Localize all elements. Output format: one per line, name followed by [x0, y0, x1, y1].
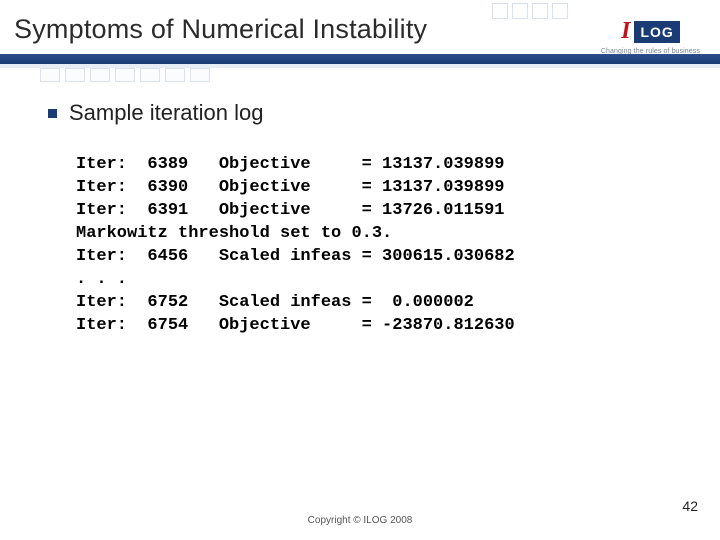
deco-square — [40, 68, 60, 82]
page-number: 42 — [682, 498, 698, 514]
logo: I LOG Changing the rules of business — [601, 18, 700, 55]
deco-square — [532, 3, 548, 19]
log-line: Iter: 6390 Objective = 13137.039899 — [76, 178, 504, 197]
copyright-footer: Copyright © ILOG 2008 — [0, 515, 720, 526]
log-line: Iter: 6456 Scaled infeas = 300615.030682 — [76, 247, 515, 266]
log-line: Iter: 6389 Objective = 13137.039899 — [76, 155, 504, 174]
deco-square — [90, 68, 110, 82]
bullet-text: Sample iteration log — [69, 100, 263, 126]
logo-text: LOG — [634, 21, 679, 43]
square-bullet-icon — [48, 109, 57, 118]
deco-square — [115, 68, 135, 82]
deco-square — [512, 3, 528, 19]
title-bar — [0, 54, 720, 64]
log-line: Markowitz threshold set to 0.3. — [76, 224, 392, 243]
bullet-row: Sample iteration log — [48, 100, 690, 126]
deco-square — [140, 68, 160, 82]
log-line: . . . — [76, 270, 127, 289]
log-line: Iter: 6752 Scaled infeas = 0.000002 — [76, 293, 474, 312]
iteration-log: Iter: 6389 Objective = 13137.039899 Iter… — [76, 154, 690, 338]
deco-square — [190, 68, 210, 82]
log-line: Iter: 6754 Objective = -23870.812630 — [76, 316, 515, 335]
deco-square — [65, 68, 85, 82]
content-area: Sample iteration log Iter: 6389 Objectiv… — [48, 100, 690, 338]
slide-title: Symptoms of Numerical Instability — [14, 14, 427, 45]
deco-square — [552, 3, 568, 19]
logo-i: I — [621, 18, 630, 45]
deco-square — [492, 3, 508, 19]
sub-decoration — [40, 68, 215, 82]
log-line: Iter: 6391 Objective = 13726.011591 — [76, 201, 504, 220]
deco-square — [165, 68, 185, 82]
